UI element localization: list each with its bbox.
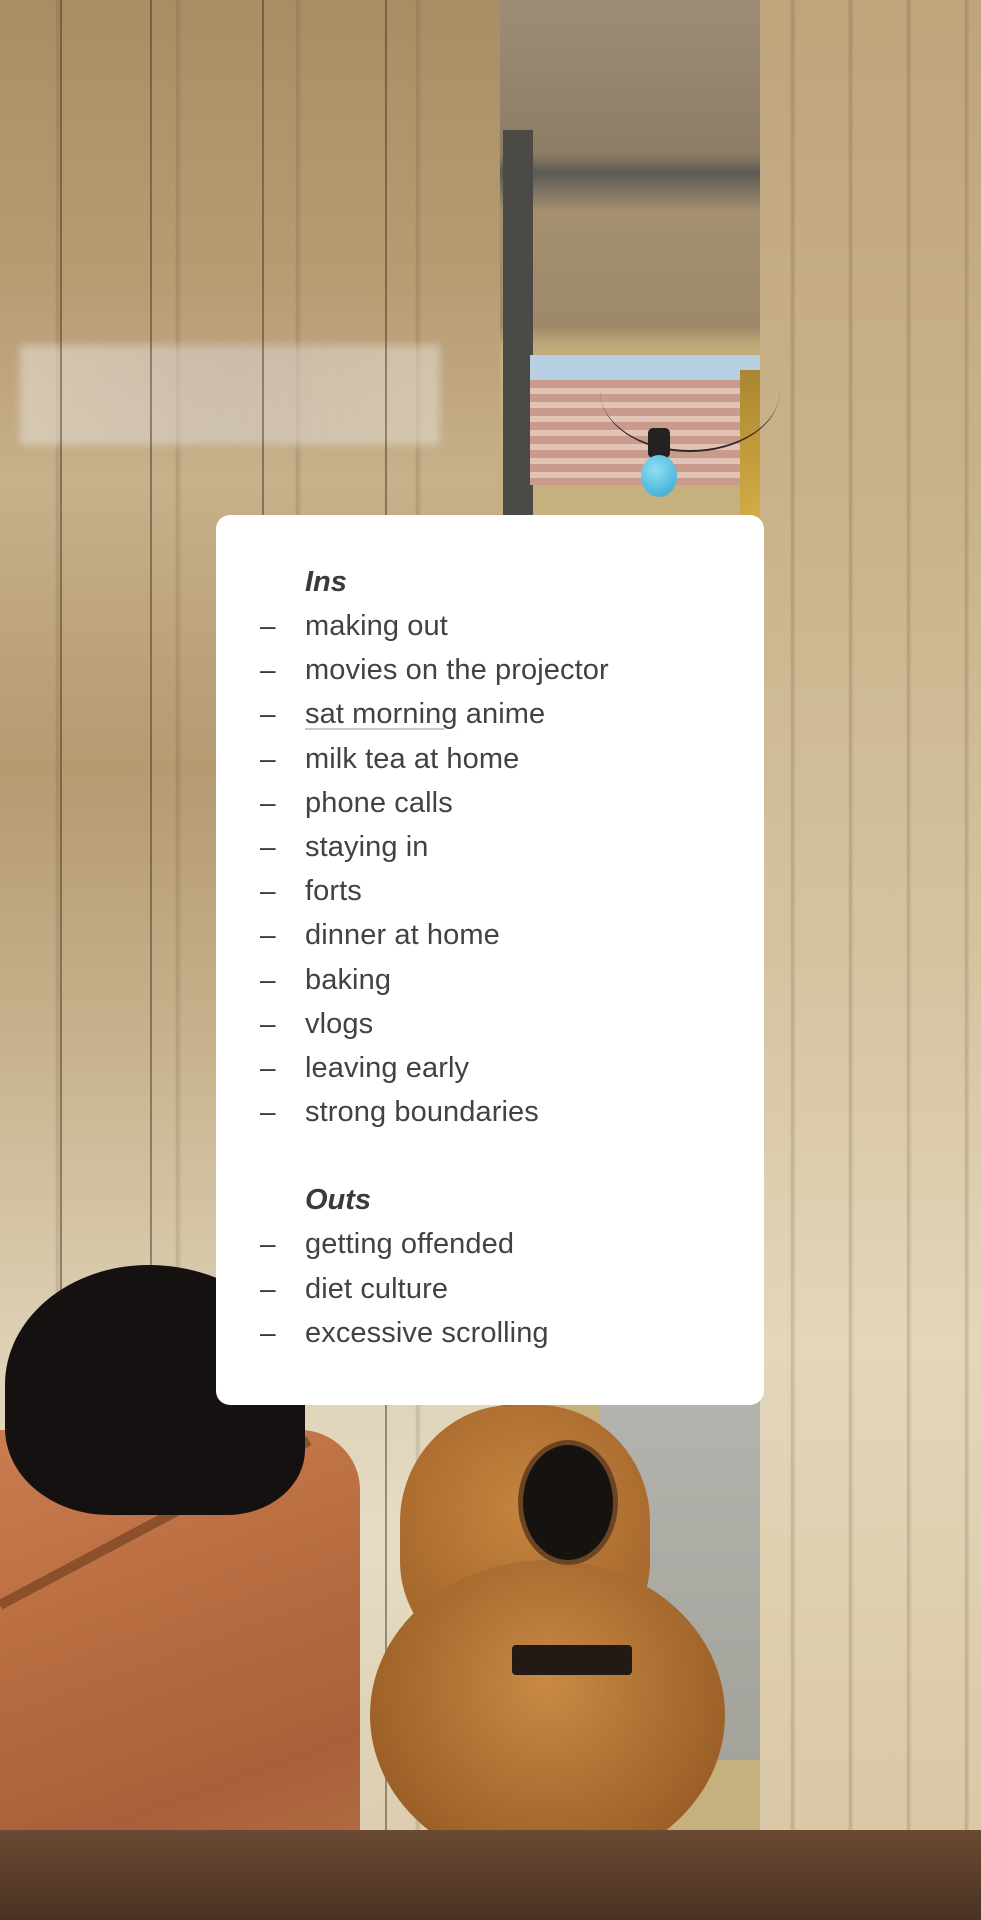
list-item: – diet culture [216,1266,764,1310]
item-text: forts [305,875,362,908]
dash-bullet: – [260,610,276,642]
list-item: – leaving early [216,1046,764,1090]
guitar-soundhole [518,1440,618,1565]
section-title: Ins [305,566,347,598]
dash-bullet: – [260,742,276,774]
dash-bullet: – [260,1051,276,1083]
item-text: phone calls [305,786,453,819]
item-text: movies on the projector [305,654,609,687]
dash-bullet: – [260,786,276,818]
dash-bullet: – [260,1007,276,1039]
note-card: Ins – making out – movies on the projector… [216,515,764,1405]
list-item: – movies on the projector [216,648,764,692]
list-item: – phone calls [216,781,764,825]
item-text: staying in [305,831,429,864]
item-text: excessive scrolling [305,1316,549,1349]
dash-bullet: – [260,831,276,863]
dash-bullet: – [260,1228,276,1260]
dash-bullet: – [260,919,276,951]
list-item: – making out [216,604,764,648]
list-item: – milk tea at home [216,737,764,781]
dash-bullet: – [260,963,276,995]
item-text: baking [305,963,392,996]
item-text: getting offended [305,1228,515,1261]
item-text: strong boundaries [305,1096,539,1129]
spellcheck-underlined-text[interactable]: sat morning [305,698,458,730]
list-item: – baking [216,958,764,1002]
section-outs: Outs – getting offended – diet culture – ex… [216,1178,764,1355]
item-text: making out [305,610,448,643]
dash-bullet: – [260,1316,276,1348]
blue-bulb [641,455,677,497]
dash-bullet: – [260,1096,276,1128]
sunlight-band [20,345,440,445]
floor [0,1830,981,1920]
item-text-rest: anime [457,698,546,731]
dash-bullet: – [260,875,276,907]
item-text: milk tea at home [305,742,520,775]
section-title: Outs [305,1184,372,1217]
dash-bullet: – [260,1272,276,1304]
item-text: vlogs [305,1007,374,1040]
guitar-bridge [512,1645,632,1675]
string-light-wire [600,330,780,452]
guitar-lower-bout [370,1560,725,1870]
dash-bullet: – [260,698,276,730]
list-item: – excessive scrolling [216,1311,764,1355]
list-item: – forts [216,869,764,913]
list-item: – strong boundaries [216,1090,764,1134]
list-item: – sat morning anime [216,692,764,736]
dash-bullet: – [260,654,276,686]
bulb-socket [648,428,670,458]
list-item: – dinner at home [216,913,764,957]
section-ins: Ins – making out – movies on the projector… [216,560,764,1134]
list-item: – getting offended [216,1222,764,1266]
list-item: – vlogs [216,1002,764,1046]
list-item: – staying in [216,825,764,869]
item-text: leaving early [305,1051,470,1084]
item-text: diet culture [305,1272,449,1305]
item-text: dinner at home [305,919,500,952]
item-text: sat morning anime [305,692,545,736]
curtain-right [760,0,981,1920]
